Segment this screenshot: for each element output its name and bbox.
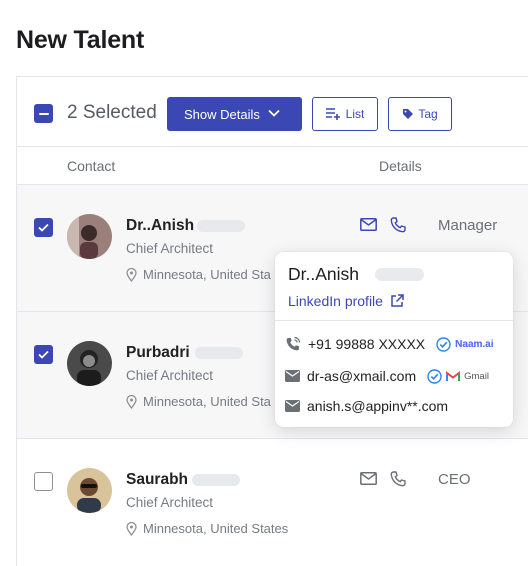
mail-icon[interactable] — [360, 218, 377, 231]
email-address: anish.s@appinv**.com — [307, 398, 449, 414]
email-entry[interactable]: dr-as@xmail.com Gmail — [285, 368, 489, 384]
phone-number: +91 99888 XXXXX — [308, 336, 426, 352]
linkedin-label: LinkedIn profile — [288, 293, 383, 309]
location-text: Minnesota, United Sta — [143, 394, 271, 409]
playlist-add-icon — [325, 108, 340, 120]
contact-details-popover: Dr..Anish LinkedIn profile +91 99888 XXX… — [275, 252, 513, 427]
phone-icon[interactable] — [390, 217, 406, 233]
location-text: Minnesota, United States — [143, 521, 289, 536]
contact-location: Minnesota, United Sta — [126, 394, 271, 409]
column-header-details: Details — [379, 158, 422, 174]
location-text: Minnesota, United Sta — [143, 267, 271, 282]
email-entry[interactable]: anish.s@appinv**.com — [285, 398, 448, 414]
verified-check-icon — [427, 368, 442, 384]
phone-entry[interactable]: +91 99888 XXXXX Naam.ai — [285, 336, 494, 352]
toolbar: 2 Selected Show Details List Tag — [17, 77, 528, 147]
tag-icon — [403, 109, 414, 119]
avatar — [67, 341, 112, 386]
checkmark-icon — [38, 223, 49, 232]
redacted-surname — [197, 220, 245, 232]
location-pin-icon — [126, 267, 137, 282]
table-header: Contact Details — [17, 147, 528, 185]
select-all-checkbox[interactable] — [34, 104, 53, 123]
page-title: New Talent — [16, 26, 145, 54]
redacted-surname — [195, 347, 243, 359]
contact-name[interactable]: Saurabh — [126, 471, 188, 489]
email-address: dr-as@xmail.com — [307, 368, 417, 384]
row-checkbox[interactable] — [34, 345, 53, 364]
avatar — [67, 468, 112, 513]
row-checkbox[interactable] — [34, 218, 53, 237]
verified-badge: Naam.ai — [436, 336, 494, 352]
mail-icon[interactable] — [360, 472, 377, 485]
show-details-button[interactable]: Show Details — [167, 97, 302, 131]
contact-role: CEO — [438, 471, 471, 488]
gmail-icon — [446, 370, 461, 381]
list-label: List — [345, 107, 365, 121]
contact-location: Minnesota, United Sta — [126, 267, 271, 282]
external-link-icon — [391, 294, 404, 307]
contact-title: Chief Architect — [126, 241, 214, 256]
source-naam-ai: Naam.ai — [455, 338, 494, 350]
selected-count: 2 Selected — [67, 102, 157, 123]
phone-call-icon — [286, 336, 301, 351]
location-pin-icon — [126, 521, 137, 536]
linkedin-profile-link[interactable]: LinkedIn profile — [288, 293, 404, 309]
contact-title: Chief Architect — [126, 495, 214, 510]
contact-name[interactable]: Purbadri — [126, 344, 190, 362]
tag-label: Tag — [418, 107, 438, 121]
redacted-surname — [375, 268, 424, 281]
column-header-contact: Contact — [67, 158, 116, 174]
location-pin-icon — [126, 394, 137, 409]
contact-role: Manager — [438, 217, 498, 234]
list-button[interactable]: List — [312, 97, 378, 131]
phone-icon[interactable] — [390, 471, 406, 487]
tag-button[interactable]: Tag — [388, 97, 452, 131]
divider — [275, 320, 513, 321]
checkmark-icon — [38, 350, 49, 359]
row-checkbox[interactable] — [34, 472, 53, 491]
verified-badge: Gmail — [427, 368, 489, 384]
mail-icon — [285, 370, 300, 382]
source-gmail: Gmail — [464, 370, 489, 382]
contact-name[interactable]: Dr..Anish — [126, 217, 194, 235]
table-row[interactable]: Saurabh Chief Architect Minnesota, Unite… — [17, 439, 528, 566]
show-details-label: Show Details — [184, 106, 260, 122]
verified-check-icon — [436, 336, 451, 352]
avatar — [67, 214, 112, 259]
popover-name: Dr..Anish — [288, 264, 359, 284]
mail-icon — [285, 400, 300, 412]
chevron-down-icon — [268, 109, 280, 117]
redacted-surname — [192, 474, 240, 486]
contact-location: Minnesota, United States — [126, 521, 288, 536]
contact-title: Chief Architect — [126, 368, 214, 383]
